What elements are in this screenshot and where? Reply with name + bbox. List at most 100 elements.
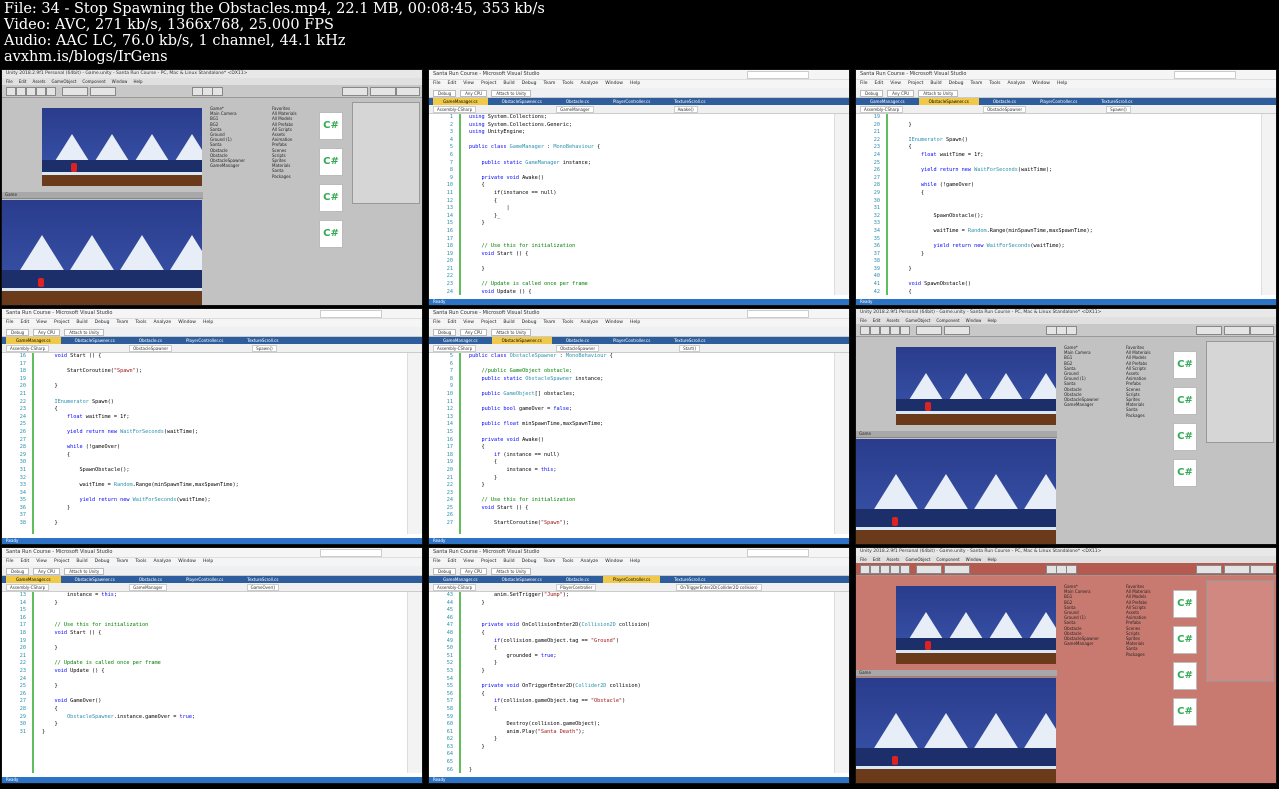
menu-item[interactable]: Edit — [448, 559, 457, 564]
file-tab[interactable]: PlayerController.cs — [176, 576, 233, 583]
toolbar-dropdown[interactable]: Any CPU — [460, 567, 488, 575]
file-tab[interactable]: ObstacleSpawner.cs — [492, 98, 552, 105]
file-tab[interactable]: TextureScroll.cs — [664, 576, 715, 583]
toolbar-button[interactable] — [26, 87, 36, 96]
menu-item[interactable]: Project — [481, 559, 496, 564]
file-tab[interactable]: PlayerController.cs — [603, 98, 660, 105]
menu-item[interactable]: Component — [936, 557, 959, 562]
nav-dropdown[interactable]: Assembly-CSharp — [6, 583, 50, 591]
menu-item[interactable]: Edit — [21, 320, 30, 325]
nav-dropdown[interactable]: Assembly-CSharp — [433, 344, 477, 352]
file-tab[interactable]: PlayerController.cs — [603, 337, 660, 344]
menu-item[interactable]: Project — [54, 320, 69, 325]
toolbar-button[interactable] — [46, 87, 56, 96]
file-tab[interactable]: ObstacleSpawner.cs — [65, 576, 125, 583]
menu-item[interactable]: View — [463, 81, 474, 86]
menu-item[interactable]: Edit — [875, 81, 884, 86]
nav-dropdown[interactable]: GameManager — [556, 105, 594, 113]
nav-dropdown[interactable]: Start() — [679, 344, 701, 352]
toolbar-dropdown[interactable]: Attach to Unity — [64, 328, 105, 336]
menu-item[interactable]: Analyze — [153, 320, 171, 325]
toolbar-button[interactable] — [916, 565, 942, 574]
game-view-tab[interactable]: Game — [856, 431, 1057, 438]
toolbar-button[interactable] — [396, 87, 420, 96]
script-asset-icon[interactable]: C# — [319, 112, 343, 140]
menu-item[interactable]: Project — [481, 81, 496, 86]
menu-item[interactable]: Debug — [949, 81, 964, 86]
vertical-scrollbar[interactable] — [834, 592, 849, 773]
menu-item[interactable]: Build — [930, 81, 941, 86]
menu-item[interactable]: Build — [76, 559, 87, 564]
menu-item[interactable]: Analyze — [580, 320, 598, 325]
menu-item[interactable]: Debug — [522, 81, 537, 86]
script-asset-icon[interactable]: C# — [319, 184, 343, 212]
code-editor[interactable]: 13 14 15 16 17 18 19 20 21 22 23 24 25 26 27 28 29 30 31 i… — [2, 592, 422, 773]
menu-item[interactable]: Edit — [448, 320, 457, 325]
toolbar-dropdown[interactable]: Debug — [433, 567, 457, 575]
script-asset-icon[interactable]: C# — [319, 220, 343, 248]
menu-item[interactable]: GameObject — [905, 557, 930, 562]
toolbar-button[interactable] — [944, 326, 970, 335]
menu-item[interactable]: Edit — [448, 81, 457, 86]
file-tab[interactable]: Obstacle.cs — [129, 337, 172, 344]
menu-item[interactable]: Window — [605, 81, 623, 86]
toolbar-dropdown[interactable]: Any CPU — [460, 328, 488, 336]
menu-item[interactable]: Window — [112, 79, 128, 84]
game-view-tab[interactable]: Game — [856, 670, 1057, 677]
menu-item[interactable]: Debug — [95, 320, 110, 325]
menu-item[interactable]: Analyze — [580, 81, 598, 86]
menu-item[interactable]: Component — [82, 79, 105, 84]
menu-item[interactable]: Window — [966, 557, 982, 562]
script-asset-icon[interactable]: C# — [1173, 387, 1197, 415]
script-asset-icon[interactable]: C# — [1173, 626, 1197, 654]
toolbar-dropdown[interactable]: Debug — [433, 89, 457, 97]
menu-item[interactable]: Help — [630, 81, 640, 86]
menu-item[interactable]: Project — [54, 559, 69, 564]
quick-launch-search[interactable] — [320, 310, 382, 318]
file-tab[interactable]: ObstacleSpawner.cs — [65, 337, 125, 344]
code-editor[interactable]: 1 2 3 4 5 6 7 8 9 10 11 12 13 14 15 16 17 18 19 20 21 22 23 24 u… — [429, 114, 849, 295]
hierarchy-item[interactable]: GameManager — [1064, 402, 1122, 407]
file-tab[interactable]: GameManager.cs — [6, 576, 61, 583]
vertical-scrollbar[interactable] — [407, 353, 422, 534]
file-tab[interactable]: TextureScroll.cs — [237, 576, 288, 583]
file-tab[interactable]: GameManager.cs — [433, 98, 488, 105]
toolbar-button[interactable] — [890, 326, 900, 335]
menu-item[interactable]: Help — [630, 559, 640, 564]
toolbar-dropdown[interactable]: Debug — [433, 328, 457, 336]
toolbar-button[interactable] — [90, 87, 116, 96]
toolbar-button[interactable] — [860, 326, 870, 335]
menu-item[interactable]: Team — [116, 320, 128, 325]
menu-item[interactable]: GameObject — [905, 318, 930, 323]
quick-launch-search[interactable] — [747, 310, 809, 318]
toolbar-button[interactable] — [342, 87, 368, 96]
toolbar-dropdown[interactable]: Debug — [6, 328, 30, 336]
menu-item[interactable]: Edit — [21, 559, 30, 564]
toolbar-button[interactable] — [1066, 326, 1077, 335]
menu-item[interactable]: Team — [543, 320, 555, 325]
file-tab[interactable]: PlayerController.cs — [602, 576, 661, 583]
toolbar-dropdown[interactable]: Debug — [860, 89, 884, 97]
menu-item[interactable]: Component — [936, 318, 959, 323]
menu-item[interactable]: Analyze — [1007, 81, 1025, 86]
toolbar-dropdown[interactable]: Attach to Unity — [491, 328, 532, 336]
toolbar-button[interactable] — [212, 87, 223, 96]
file-tab[interactable]: ObstacleSpawner.cs — [492, 576, 552, 583]
menu-item[interactable]: Assets — [886, 557, 899, 562]
toolbar-dropdown[interactable]: Attach to Unity — [64, 567, 105, 575]
menu-item[interactable]: Build — [503, 81, 514, 86]
menu-item[interactable]: Tools — [562, 81, 573, 86]
menu-item[interactable]: File — [433, 559, 441, 564]
nav-dropdown[interactable]: PlayerController — [556, 583, 597, 591]
file-tab[interactable]: TextureScroll.cs — [664, 98, 715, 105]
quick-launch-search[interactable] — [1174, 71, 1236, 79]
quick-launch-search[interactable] — [320, 549, 382, 557]
menu-item[interactable]: Tools — [135, 320, 146, 325]
vertical-scrollbar[interactable] — [1261, 114, 1276, 295]
toolbar-button[interactable] — [1196, 565, 1222, 574]
nav-dropdown[interactable]: Assembly-CSharp — [6, 344, 50, 352]
toolbar-button[interactable] — [36, 87, 46, 96]
toolbar-button[interactable] — [6, 87, 16, 96]
toolbar-button[interactable] — [880, 565, 890, 574]
file-tab[interactable]: TextureScroll.cs — [664, 337, 715, 344]
